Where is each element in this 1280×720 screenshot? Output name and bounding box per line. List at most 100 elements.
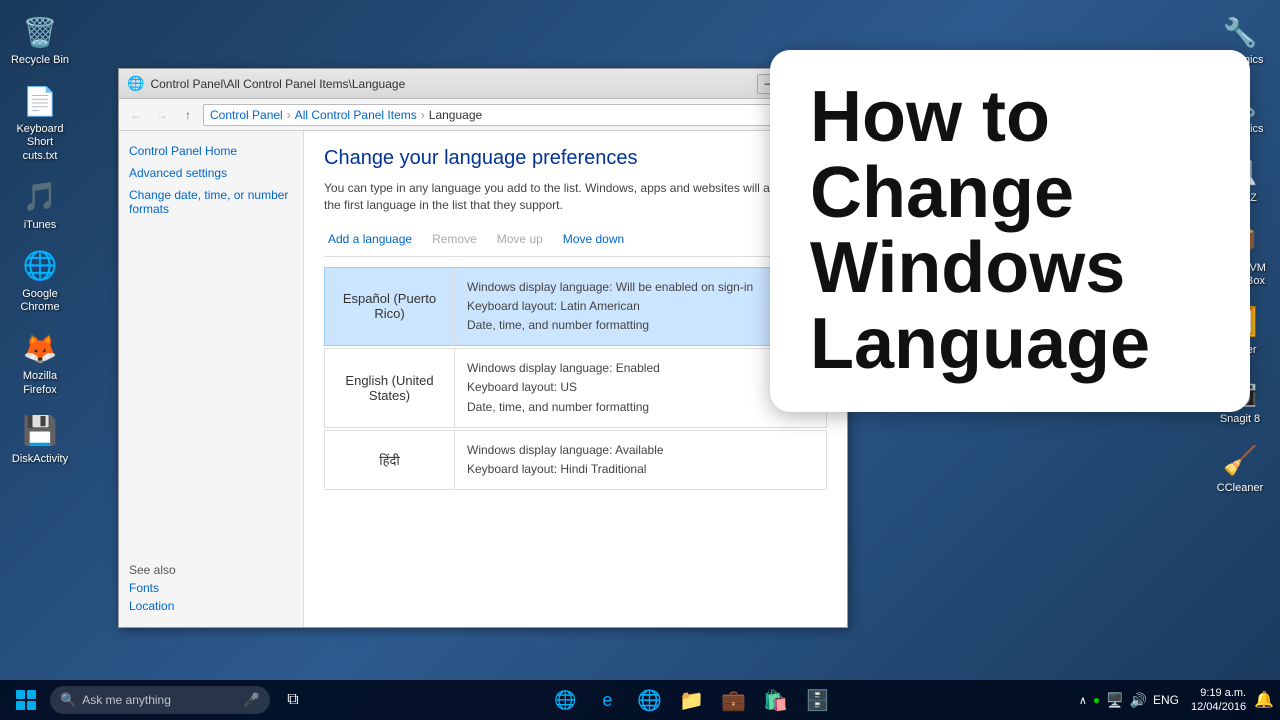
notification-icon[interactable]: 🔔 xyxy=(1254,690,1274,710)
ccleaner-label: CCleaner xyxy=(1217,482,1263,495)
taskbar-systray: ∧ ● 🖥️ 🔊 ENG 9:19 a.m. 12/04/2016 🔔 xyxy=(1071,686,1274,715)
auslogics1-icon: 🔧 xyxy=(1220,12,1260,52)
sidebar-location-link[interactable]: Location xyxy=(129,598,174,614)
move-up-button[interactable]: Move up xyxy=(493,230,547,248)
add-language-button[interactable]: Add a language xyxy=(324,230,416,248)
desktop-icon-itunes[interactable]: 🎵 iTunes xyxy=(4,173,76,236)
detail-display-lang-hi: Windows display language: Available xyxy=(467,441,814,460)
firefox-icon: 🦊 xyxy=(20,328,60,368)
breadcrumb-language: Language xyxy=(429,108,482,122)
detail-datetime: Date, time, and number formatting xyxy=(467,316,757,335)
taskbar-pinned-apps: 🌐 e 🌐 📁 💼 🛍️ 🗄️ xyxy=(316,683,1067,717)
time-value: 9:19 a.m. xyxy=(1200,686,1246,700)
taskbar-search[interactable]: 🔍 Ask me anything 🎤 xyxy=(50,686,270,714)
sidebar: Control Panel Home Advanced settings Cha… xyxy=(119,131,304,627)
sidebar-home-link[interactable]: Control Panel Home xyxy=(129,143,293,159)
desktop-icon-firefox[interactable]: 🦊 Mozilla Firefox xyxy=(4,324,76,400)
see-also-section: See also Fonts Location xyxy=(129,531,293,615)
recycle-icon: 🗑️ xyxy=(20,12,60,52)
page-description: You can type in any language you add to … xyxy=(324,180,827,214)
windows-logo-icon xyxy=(16,690,36,710)
taskbar-server-icon[interactable]: 🗄️ xyxy=(798,683,836,717)
taskbar: 🔍 Ask me anything 🎤 ⧉ 🌐 e 🌐 📁 💼 🛍️ 🗄️ ∧ … xyxy=(0,680,1280,720)
language-details-espanol: Windows display language: Will be enable… xyxy=(455,268,769,346)
detail-display-lang-en: Windows display language: Enabled xyxy=(467,359,814,378)
sidebar-advanced-link[interactable]: Advanced settings xyxy=(129,165,293,181)
itunes-label: iTunes xyxy=(24,219,57,232)
window-icon: 🌐 xyxy=(127,75,144,92)
taskbar-briefcase-icon[interactable]: 💼 xyxy=(714,683,752,717)
start-button[interactable] xyxy=(6,683,46,717)
disk-label: DiskActivity xyxy=(12,453,68,466)
control-panel-window: 🌐 Control Panel\All Control Panel Items\… xyxy=(118,68,848,628)
search-placeholder: Ask me anything xyxy=(82,693,171,707)
detail-display-lang: Windows display language: Will be enable… xyxy=(467,278,757,297)
language-list: Español (Puerto Rico) Windows display la… xyxy=(324,267,827,493)
itunes-icon: 🎵 xyxy=(20,177,60,217)
keyboard-label: Keyboard Short cuts.txt xyxy=(8,123,72,163)
language-name-english[interactable]: English (United States) xyxy=(325,349,455,427)
keyboard-icon: 📄 xyxy=(20,81,60,121)
forward-button[interactable]: → xyxy=(151,104,173,126)
back-button[interactable]: ← xyxy=(125,104,147,126)
titlebar-left: 🌐 Control Panel\All Control Panel Items\… xyxy=(127,75,405,92)
page-title: Change your language preferences xyxy=(324,147,827,170)
window-title: Control Panel\All Control Panel Items\La… xyxy=(150,77,405,91)
desktop-icon-recycle[interactable]: 🗑️ Recycle Bin xyxy=(4,8,76,71)
language-name-hindi[interactable]: हिंदी xyxy=(325,431,455,489)
taskbar-ie-icon[interactable]: e xyxy=(588,683,626,717)
taskbar-store-icon[interactable]: 🛍️ xyxy=(756,683,794,717)
sidebar-fonts-link[interactable]: Fonts xyxy=(129,580,159,596)
systray-network-icon[interactable]: 🖥️ xyxy=(1106,692,1123,709)
desktop-icon-chrome[interactable]: 🌐 Google Chrome xyxy=(4,242,76,318)
breadcrumb-control-panel[interactable]: Control Panel xyxy=(210,108,283,122)
language-toolbar: Add a language Remove Move up Move down xyxy=(324,230,827,257)
systray-chevron[interactable]: ∧ xyxy=(1079,694,1087,707)
systray-volume-icon[interactable]: 🔊 xyxy=(1130,692,1147,709)
disk-icon: 💾 xyxy=(20,411,60,451)
desktop-icon-disk[interactable]: 💾 DiskActivity xyxy=(4,407,76,470)
up-button[interactable]: ↑ xyxy=(177,104,199,126)
taskbar-edge-icon[interactable]: 🌐 xyxy=(546,683,584,717)
detail-keyboard-en: Keyboard layout: US xyxy=(467,378,814,397)
chrome-label: Google Chrome xyxy=(8,288,72,314)
address-input[interactable]: Control Panel › All Control Panel Items … xyxy=(203,104,809,126)
date-value: 12/04/2016 xyxy=(1191,700,1246,714)
breadcrumb-all-items[interactable]: All Control Panel Items xyxy=(295,108,417,122)
overlay-text-box: How toChangeWindowsLanguage xyxy=(770,50,1250,412)
systray-icons: ∧ ● 🖥️ 🔊 ENG xyxy=(1071,692,1187,709)
overlay-title: How toChangeWindowsLanguage xyxy=(810,80,1210,382)
recycle-label: Recycle Bin xyxy=(11,54,69,67)
mic-icon[interactable]: 🎤 xyxy=(244,692,260,708)
address-bar: ← → ↑ Control Panel › All Control Panel … xyxy=(119,99,847,131)
systray-dot-green: ● xyxy=(1093,693,1100,707)
detail-keyboard: Keyboard layout: Latin American xyxy=(467,297,757,316)
chrome-icon: 🌐 xyxy=(20,246,60,286)
time-display[interactable]: 9:19 a.m. 12/04/2016 xyxy=(1191,686,1246,715)
language-item-english[interactable]: English (United States) Windows display … xyxy=(324,348,827,428)
detail-keyboard-hi: Keyboard layout: Hindi Traditional xyxy=(467,460,814,479)
ccleaner-icon: 🧹 xyxy=(1220,440,1260,480)
language-item-hindi[interactable]: हिंदी Windows display language: Availabl… xyxy=(324,430,827,490)
taskbar-app3-icon[interactable]: 🌐 xyxy=(630,683,668,717)
snagit-label: Snagit 8 xyxy=(1220,413,1260,426)
taskbar-folder-icon[interactable]: 📁 xyxy=(672,683,710,717)
language-item-espanol[interactable]: Español (Puerto Rico) Windows display la… xyxy=(324,267,827,347)
see-also-label: See also xyxy=(129,563,293,577)
detail-datetime-en: Date, time, and number formatting xyxy=(467,398,814,417)
left-icons-container: 🗑️ Recycle Bin 📄 Keyboard Short cuts.txt… xyxy=(0,0,80,478)
window-body: Control Panel Home Advanced settings Cha… xyxy=(119,131,847,627)
sidebar-datetime-link[interactable]: Change date, time, or number formats xyxy=(129,187,293,217)
remove-button[interactable]: Remove xyxy=(428,230,481,248)
systray-lang[interactable]: ENG xyxy=(1153,693,1179,707)
search-icon: 🔍 xyxy=(60,692,76,708)
desktop-icon-keyboard[interactable]: 📄 Keyboard Short cuts.txt xyxy=(4,77,76,167)
task-view-button[interactable]: ⧉ xyxy=(274,683,312,717)
desktop-icon-ccleaner[interactable]: 🧹 CCleaner xyxy=(1204,436,1276,499)
firefox-label: Mozilla Firefox xyxy=(8,370,72,396)
desktop: 🌐 Control Panel\All Control Panel Items\… xyxy=(0,0,1280,720)
language-name-espanol[interactable]: Español (Puerto Rico) xyxy=(325,268,455,346)
language-details-hindi: Windows display language: Available Keyb… xyxy=(455,431,826,489)
window-titlebar: 🌐 Control Panel\All Control Panel Items\… xyxy=(119,69,847,99)
move-down-button[interactable]: Move down xyxy=(559,230,628,248)
